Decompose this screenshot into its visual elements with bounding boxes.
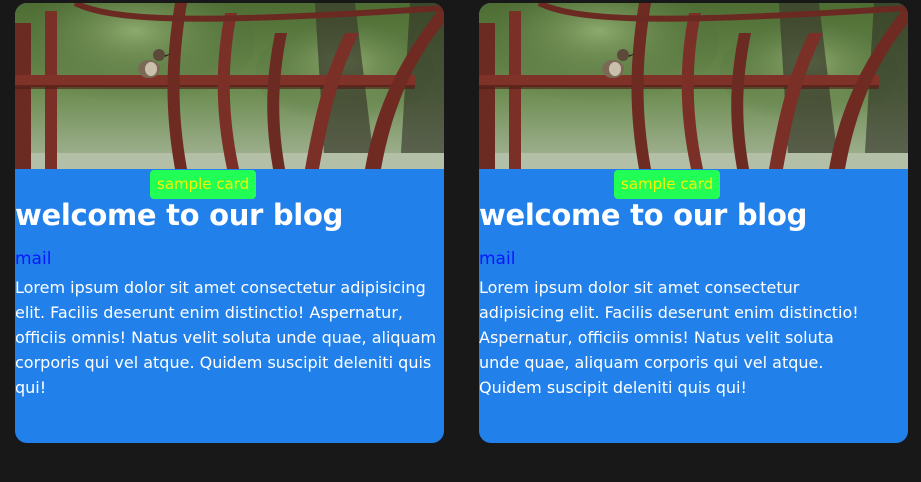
card-tag: sample card [150, 170, 257, 199]
blog-card: sample card welcome to our blog mail Lor… [479, 3, 908, 443]
card-body-text: Lorem ipsum dolor sit amet consectetur a… [15, 278, 437, 397]
card-title: welcome to our blog [479, 198, 808, 232]
card-body-text: Lorem ipsum dolor sit amet consectetur a… [479, 278, 859, 397]
page: sample card welcome to our blog mail Lor… [0, 0, 921, 482]
card-title: welcome to our blog [15, 198, 344, 232]
mail-link[interactable]: mail [15, 248, 51, 270]
card-image-bird-on-railing [15, 3, 444, 169]
card-tag: sample card [614, 170, 721, 199]
mail-link[interactable]: mail [479, 248, 515, 270]
blog-card: sample card welcome to our blog mail Lor… [15, 3, 444, 443]
card-image-bird-on-railing [479, 3, 908, 169]
